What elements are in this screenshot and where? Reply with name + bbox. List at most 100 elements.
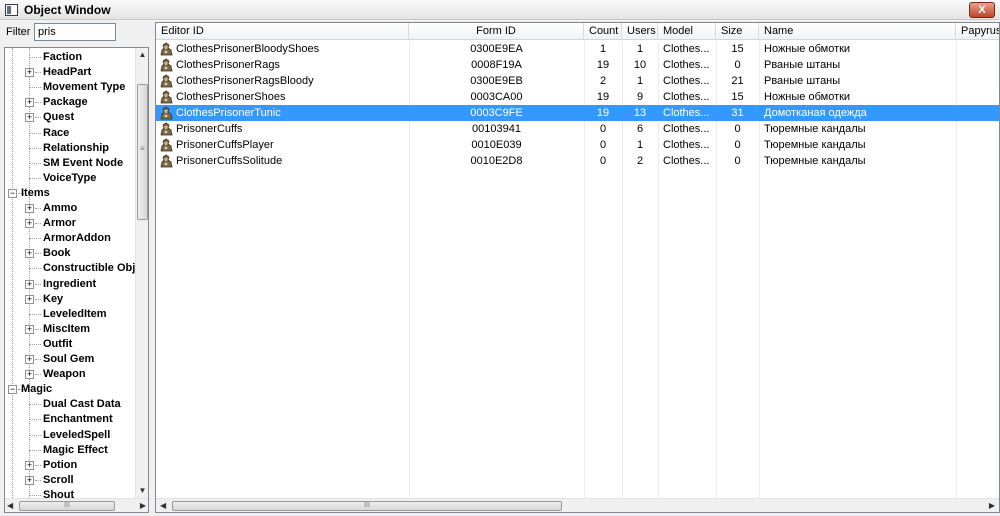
tree-item-label: Items (21, 186, 50, 199)
list-hscroll-thumb[interactable]: III (172, 501, 562, 511)
window-icon (5, 3, 18, 16)
tree-item-label: Magic Effect (43, 443, 108, 456)
scroll-right-icon[interactable]: ▶ (989, 499, 995, 512)
cell-form-id: 0003CA00 (470, 91, 523, 103)
tree-connector (35, 72, 41, 74)
tree-connector (29, 238, 41, 240)
tree-item-label: Key (43, 292, 64, 305)
cell-papyrus (958, 73, 999, 89)
tree-item-label: Enchantment (43, 413, 113, 426)
tree-item-label: Armor (43, 217, 77, 230)
column-header[interactable]: Count (584, 23, 622, 40)
expand-icon[interactable]: + (25, 370, 34, 380)
tree-connector (29, 404, 41, 406)
tree-connector (35, 223, 41, 225)
list-horizontal-scrollbar[interactable]: ◀ III ▶ (156, 498, 999, 512)
tree-scroll-thumb[interactable]: ≡ (137, 84, 148, 220)
filter-input[interactable] (34, 23, 116, 41)
cell-count: 19 (596, 91, 610, 103)
tree-connector (35, 374, 41, 376)
table-row[interactable]: PrisonerCuffsPlayer 0010E039 0 1 Clothes... 0… (156, 137, 999, 153)
column-header[interactable]: Users (622, 23, 658, 40)
column-header[interactable]: Papyrus (956, 23, 999, 40)
tree-item-label: Package (43, 96, 88, 109)
cell-papyrus (958, 41, 999, 57)
tree-connector (35, 479, 41, 481)
expand-icon[interactable]: + (25, 68, 34, 78)
collapse-icon[interactable]: − (8, 188, 17, 198)
cell-papyrus (958, 105, 999, 121)
table-row[interactable]: ClothesPrisonerShoes 0003CA00 19 9 Clothes..… (156, 89, 999, 105)
title-bar[interactable]: Object Window X (0, 0, 1000, 20)
table-row[interactable]: ClothesPrisonerRags 0008F19A 19 10 Clothes..… (156, 57, 999, 73)
collapse-icon[interactable]: − (8, 385, 17, 395)
expand-icon[interactable]: + (25, 475, 34, 485)
cell-form-id: 0300E9EB (470, 75, 523, 87)
cell-size: 0 (734, 139, 741, 151)
tree-item-label: Movement Type (43, 81, 126, 94)
tree-connector (29, 177, 41, 179)
tree-connector (35, 102, 41, 104)
tree-item-label: Ingredient (43, 277, 97, 290)
armor-icon (160, 90, 173, 104)
armor-icon (160, 74, 173, 88)
cell-name: Тюремные кандалы (764, 155, 866, 167)
expand-icon[interactable]: + (25, 294, 34, 304)
close-button[interactable]: X (969, 2, 995, 18)
expand-icon[interactable]: + (25, 279, 34, 289)
column-header[interactable]: Form ID (409, 23, 584, 40)
table-row[interactable]: PrisonerCuffsSolitude 0010E2D8 0 2 Clothes..… (156, 153, 999, 169)
cell-users: 10 (633, 59, 647, 71)
tree-vertical-scrollbar[interactable]: ▲ ≡ ▼ (135, 48, 148, 498)
cell-papyrus (958, 57, 999, 73)
column-header[interactable]: Size (716, 23, 759, 40)
armor-icon (160, 122, 173, 136)
scroll-right-icon[interactable]: ▶ (140, 499, 146, 512)
tree-connector (29, 268, 41, 270)
expand-icon[interactable]: + (25, 113, 34, 123)
column-header[interactable]: Model (658, 23, 716, 40)
expand-icon[interactable]: + (25, 460, 34, 470)
table-row[interactable]: ClothesPrisonerTunic 0003C9FE 19 13 Clothes.… (156, 105, 999, 121)
tree-connector (29, 419, 41, 421)
cell-form-id: 0010E2D8 (470, 155, 523, 167)
table-row[interactable]: ClothesPrisonerRagsBloody 0300E9EB 2 1 Cloth… (156, 73, 999, 89)
scroll-down-icon[interactable]: ▼ (136, 484, 148, 498)
cell-model: Clothes... (663, 139, 710, 151)
cell-model: Clothes... (663, 107, 710, 119)
scroll-left-icon[interactable]: ◀ (7, 499, 13, 512)
column-header[interactable]: Name (759, 23, 956, 40)
cell-name: Рваные штаны (764, 59, 841, 71)
cell-editor-id: ClothesPrisonerShoes (176, 91, 286, 103)
armor-icon (160, 154, 173, 168)
expand-icon[interactable]: + (25, 219, 34, 229)
cell-name: Ножные обмотки (764, 91, 851, 103)
table-row[interactable]: ClothesPrisonerBloodyShoes 0300E9EA 1 1 Clot… (156, 41, 999, 57)
tree-horizontal-scrollbar[interactable]: ◀ III ▶ (5, 498, 148, 512)
tree-hscroll-thumb[interactable]: III (19, 501, 115, 511)
expand-icon[interactable]: + (25, 355, 34, 364)
tree-item-label: Potion (43, 458, 78, 471)
column-header[interactable]: Editor ID (156, 23, 409, 40)
tree-connector (35, 253, 41, 255)
expand-icon[interactable]: + (25, 324, 34, 334)
cell-users: 13 (633, 107, 647, 119)
cell-editor-id: ClothesPrisonerTunic (176, 107, 281, 119)
cell-model: Clothes... (663, 75, 710, 87)
tree-connector (35, 359, 41, 360)
object-window: Object Window X Filter Faction + HeadPart M… (0, 0, 1000, 516)
table-row[interactable]: PrisonerCuffs 00103941 0 6 Clothes... 0 Тюремн… (156, 121, 999, 137)
expand-icon[interactable]: + (25, 98, 34, 108)
scroll-left-icon[interactable]: ◀ (160, 499, 166, 512)
scroll-up-icon[interactable]: ▲ (136, 48, 148, 62)
cell-editor-id: PrisonerCuffsSolitude (176, 155, 283, 167)
tree-connector (29, 162, 41, 164)
tree-item-label: Outfit (43, 337, 73, 350)
cell-size: 0 (734, 59, 741, 71)
expand-icon[interactable]: + (25, 249, 34, 259)
cell-count: 0 (599, 139, 607, 151)
expand-icon[interactable]: + (25, 204, 34, 213)
cell-editor-id: PrisonerCuffsPlayer (176, 139, 274, 151)
tree-connector (29, 87, 41, 89)
tree-item-label: MiscItem (43, 322, 91, 335)
